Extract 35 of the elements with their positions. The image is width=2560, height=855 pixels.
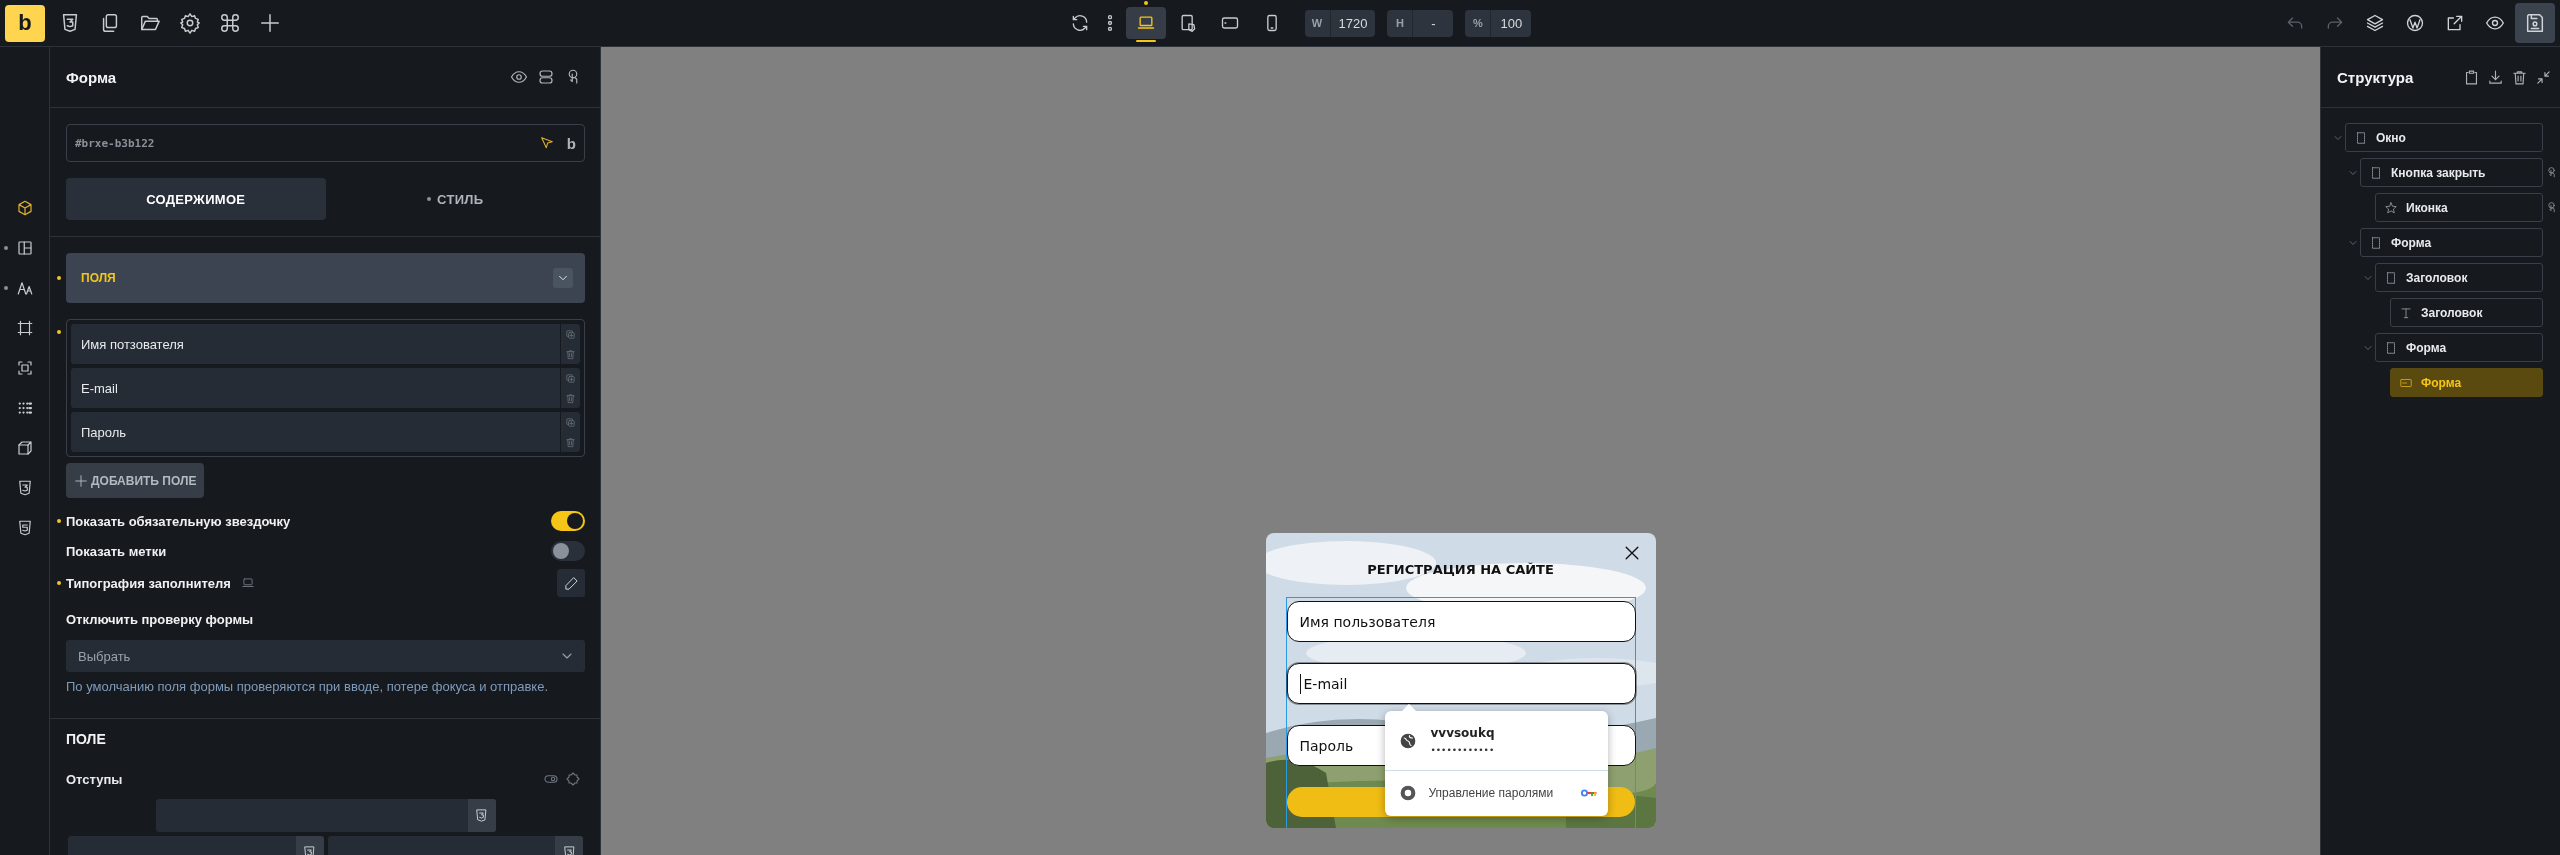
list-item[interactable]: Пароль — [71, 412, 560, 452]
add-field-button[interactable]: ДОБАВИТЬ ПОЛЕ — [66, 463, 205, 498]
saved-login[interactable]: vvvsoukq •••••••••••• — [1384, 711, 1608, 771]
setting-label: Типография заполнителя — [66, 575, 231, 591]
setting-label: Отступы — [66, 771, 123, 787]
setting-label: Отключить проверку формы — [66, 611, 254, 627]
app-logo[interactable]: b — [5, 4, 45, 42]
setting-label: Показать обязательную звездочку — [66, 513, 291, 529]
panel-title: Структура — [2337, 68, 2414, 86]
dimension-field[interactable]: W 1720 — [1304, 9, 1376, 37]
setting-label: Показать метки — [66, 543, 167, 559]
input-field[interactable]: E-mail — [1286, 663, 1636, 704]
tree-item[interactable]: Форма — [2390, 368, 2543, 397]
select-field[interactable]: Выбрать — [66, 640, 585, 672]
tree-item[interactable]: Заголовок — [2375, 263, 2543, 292]
dimension-field[interactable]: H - — [1387, 9, 1454, 37]
tree-item[interactable]: Кнопка закрыть — [2360, 158, 2543, 187]
tree-item[interactable]: Форма — [2375, 333, 2543, 362]
tree-item[interactable]: Форма — [2360, 228, 2543, 257]
tab[interactable]: СОДЕРЖИМОЕ — [66, 178, 326, 220]
list-item[interactable]: E-mail — [71, 368, 560, 408]
section-title: ПОЛЕ — [66, 731, 107, 749]
tab[interactable]: СТИЛЬ — [325, 178, 585, 220]
badge-text[interactable]: b — [566, 134, 576, 152]
input-field[interactable]: Имя пользователя — [1286, 601, 1636, 642]
hint-text: По умолчанию поля формы проверяются при вводе, потере фокуса и отправке. — [66, 679, 550, 694]
manage-passwords-link[interactable]: Управление паролями — [1384, 771, 1608, 815]
tree-item[interactable]: Окно — [2345, 123, 2543, 152]
tree-item[interactable]: Иконка — [2375, 193, 2543, 222]
tree-item[interactable]: Заголовок — [2390, 298, 2543, 327]
panel-title: Форма — [66, 68, 117, 86]
list-item[interactable]: Имя потзователя — [71, 324, 560, 364]
id-field[interactable]: #brxe-b3b122 b — [66, 124, 585, 162]
dimension-field[interactable]: % 100 — [1465, 9, 1532, 37]
modal-title: РЕГИСТРАЦИЯ НА САЙТЕ — [1366, 561, 1555, 579]
